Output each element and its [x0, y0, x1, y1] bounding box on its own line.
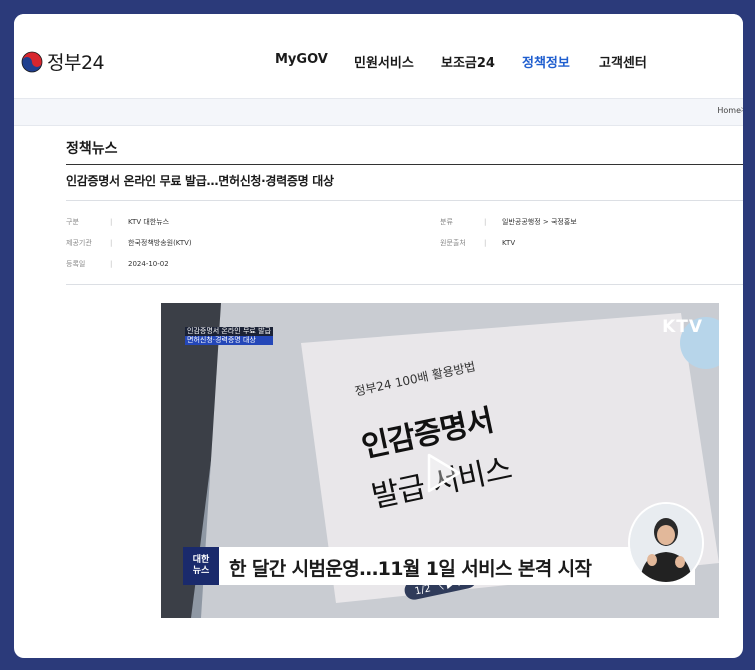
caption-line-1: 인감증명서 온라인 무료 발급 [185, 327, 273, 336]
taeguk-logo-icon [21, 51, 43, 72]
meta-source-label: 원문출처 [440, 239, 466, 247]
divider [66, 200, 743, 201]
site-logo[interactable]: 정부24 [21, 48, 105, 75]
meta-date-value: 2024-10-02 [128, 260, 169, 268]
meta-type-label: 분류 [440, 218, 453, 226]
meta-provider: 제공기관 | 한국정책방송원(KTV) [66, 239, 192, 247]
logo-text: 정부24 [47, 52, 105, 74]
nav-civil-service[interactable]: 민원서비스 [354, 52, 414, 71]
meta-date: 등록일 | 2024-10-02 [66, 260, 169, 268]
nav-subsidy24[interactable]: 보조금24 [441, 52, 495, 71]
daehan-news-logo: 대한 뉴스 [183, 547, 219, 585]
meta-category: 구분 | KTV 대한뉴스 [66, 218, 170, 226]
play-icon[interactable] [423, 451, 463, 495]
channel-logo: KTV [662, 317, 703, 337]
browser-frame: 정부24 MyGOV 민원서비스 보조금24 정책정보 고객센터 Home > … [14, 14, 743, 658]
meta-date-label: 등록일 [66, 260, 86, 268]
ticker-headline: 한 달간 시범운영…11월 1일 서비스 본격 시작 [229, 558, 592, 580]
breadcrumb-home-link[interactable]: Home [717, 106, 741, 115]
breadcrumb-separator: > [740, 105, 743, 114]
meta-type-value: 일반공공행정 > 국정홍보 [502, 218, 577, 226]
divider [66, 284, 743, 285]
interpreter-figure-icon [630, 504, 702, 582]
meta-category-value: KTV 대한뉴스 [128, 218, 170, 226]
meta-type: 분류 | 일반공공행정 > 국정홍보 [440, 218, 577, 226]
video-caption: 인감증명서 온라인 무료 발급 면허신청·경력증명 대상 [185, 327, 273, 345]
caption-line-2: 면허신청·경력증명 대상 [185, 336, 273, 345]
nav-policy-info[interactable]: 정책정보 [522, 52, 570, 71]
divider [66, 164, 743, 165]
sign-language-interpreter [628, 502, 704, 584]
meta-source-value: KTV [502, 239, 516, 247]
meta-source: 원문출처 | KTV [440, 239, 516, 247]
nav-customer-center[interactable]: 고객센터 [599, 52, 647, 71]
nav-mygov[interactable]: MyGOV [275, 52, 328, 67]
video-player[interactable]: 인감증명서 온라인 무료 발급 면허신청·경력증명 대상 KTV 정부24 10… [161, 303, 719, 618]
news-ticker: 대한 뉴스 한 달간 시범운영…11월 1일 서비스 본격 시작 [183, 547, 695, 585]
site-header: 정부24 MyGOV 민원서비스 보조금24 정책정보 고객센터 [14, 14, 743, 98]
meta-provider-label: 제공기관 [66, 239, 92, 247]
breadcrumb: Home > [14, 98, 743, 126]
meta-category-label: 구분 [66, 218, 79, 226]
article-title: 인감증명서 온라인 무료 발급…면허신청·경력증명 대상 [66, 174, 334, 188]
meta-provider-value: 한국정책방송원(KTV) [128, 239, 192, 247]
page-title: 정책뉴스 [66, 141, 118, 157]
